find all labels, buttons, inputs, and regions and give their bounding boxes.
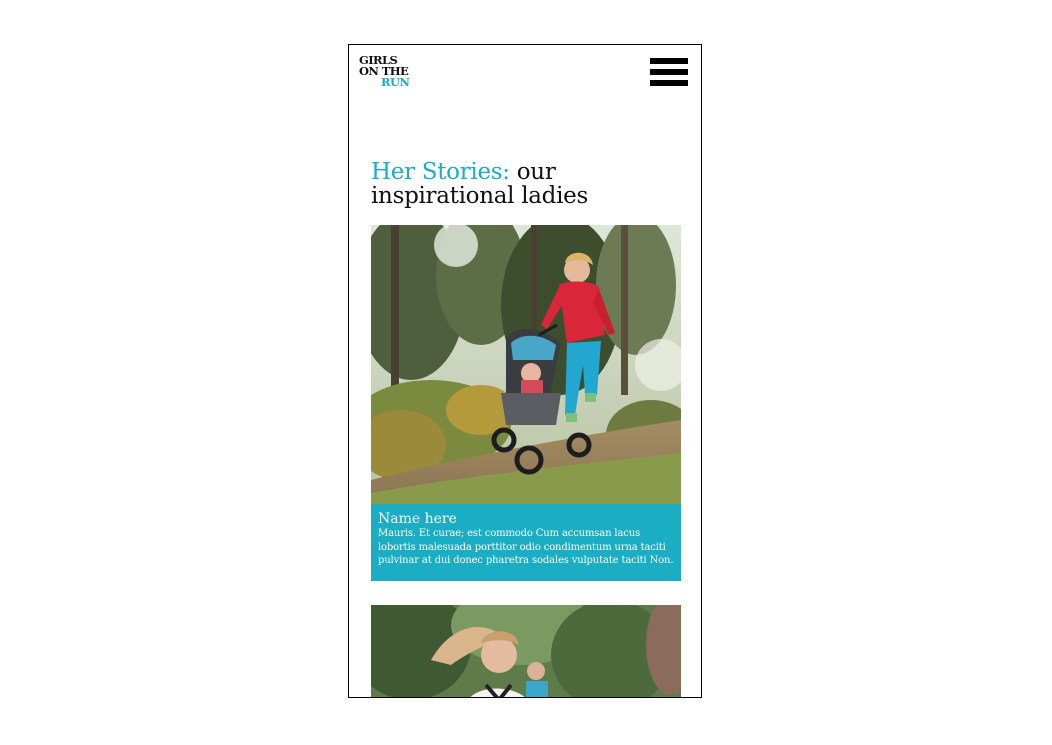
mobile-page-frame: GIRLS ON THE RUN Her Stories: our inspir… <box>348 44 702 698</box>
girls-on-the-run-logo[interactable]: GIRLS ON THE RUN <box>359 54 410 89</box>
menu-bar <box>650 69 688 75</box>
story-body: Mauris. Et curae; est commodo Cum accums… <box>378 528 674 566</box>
menu-bar <box>650 58 688 64</box>
story-name: Name here <box>378 511 457 527</box>
page-title: Her Stories: our inspirational ladies <box>371 160 671 208</box>
page-title-accent: Her Stories: <box>371 159 510 185</box>
story-caption: Name here Mauris. Et curae; est commodo … <box>371 504 681 581</box>
logo-line-3: RUN <box>381 75 410 89</box>
women-running-on-trail-image <box>371 605 681 697</box>
story-card[interactable]: Name here Mauris. Et curae; est commodo … <box>371 225 681 581</box>
story-card[interactable] <box>371 605 681 697</box>
hamburger-menu-icon[interactable] <box>650 58 688 86</box>
menu-bar <box>650 80 688 86</box>
woman-running-with-stroller-image <box>371 225 681 504</box>
canvas: GIRLS ON THE RUN Her Stories: our inspir… <box>0 0 1052 745</box>
